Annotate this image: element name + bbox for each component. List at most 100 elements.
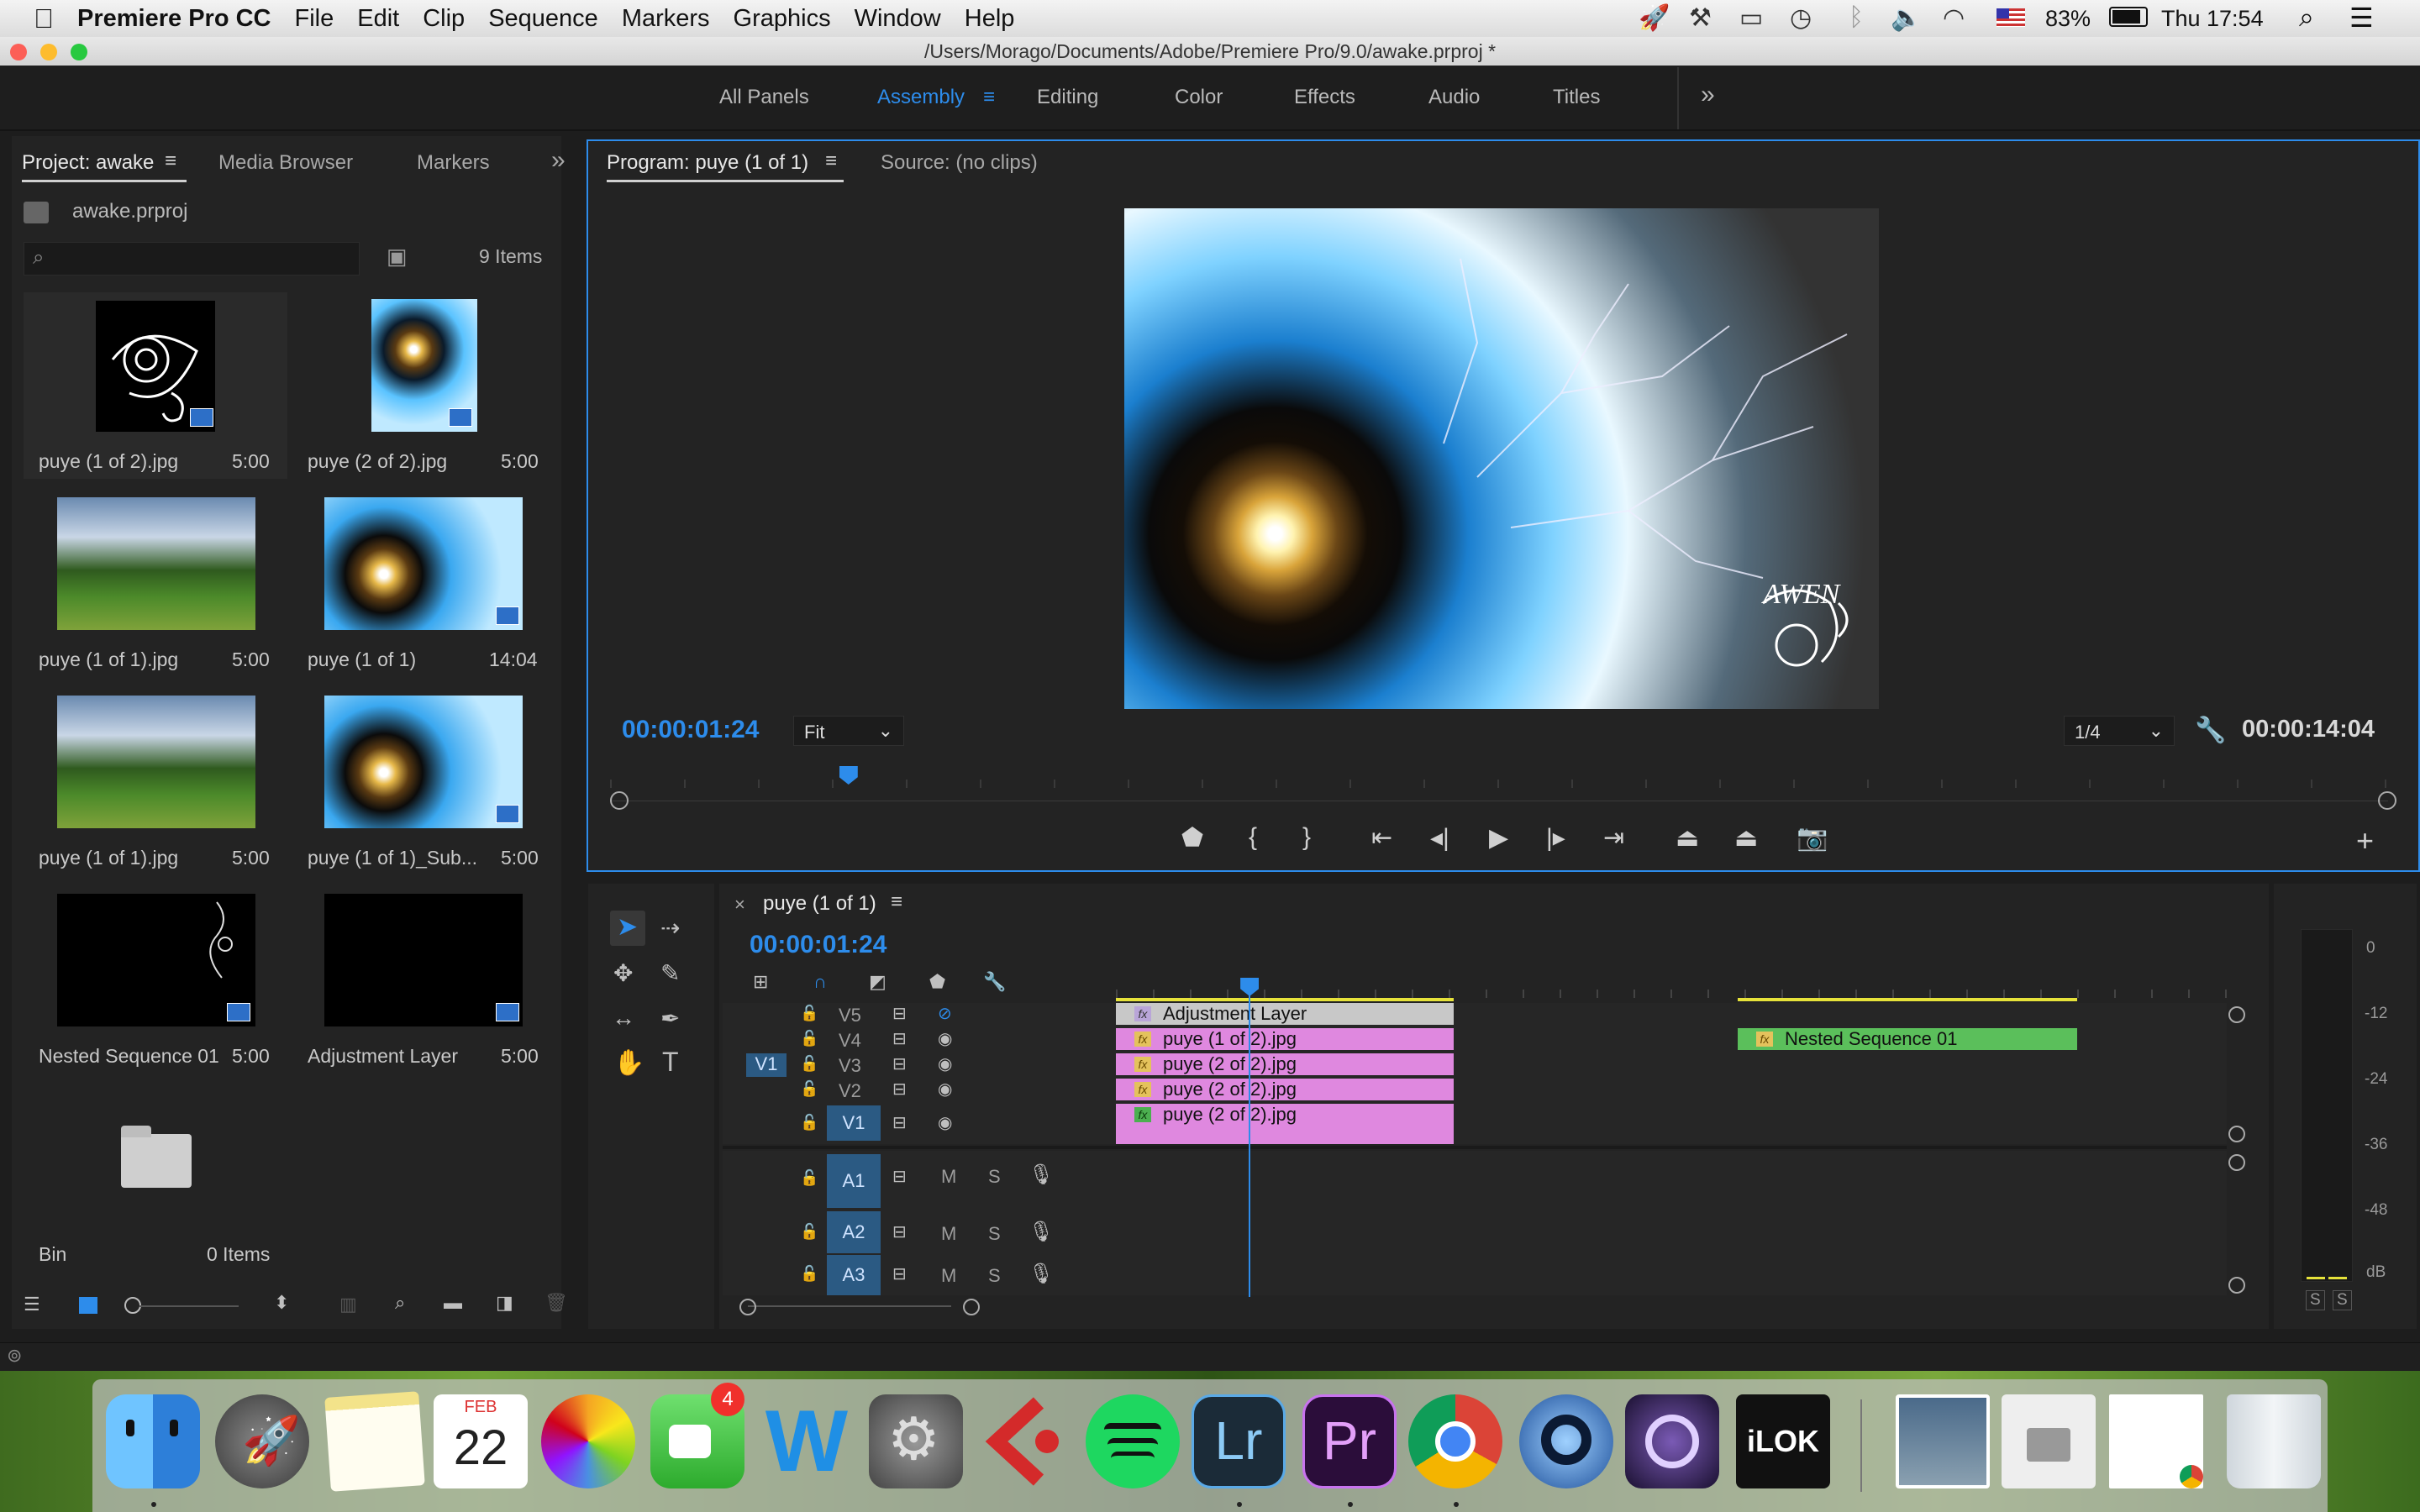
track-label-a3[interactable]: A3 [827,1255,881,1295]
ripple-edit-tool-icon[interactable]: ✥ [613,959,633,987]
snap-magnet-icon[interactable]: ∩ [813,971,827,993]
quicktime-app-icon[interactable] [1519,1394,1613,1488]
slip-tool-icon[interactable]: ↔ [612,1005,635,1032]
fit-dropdown[interactable]: Fit ⌄ [793,716,904,746]
drive-document-icon[interactable] [2002,1394,2096,1488]
lock-icon[interactable]: 🔓 [800,1265,818,1283]
zoom-slider-handle[interactable] [124,1297,141,1314]
add-marker-icon[interactable]: ⬟ [1181,823,1203,853]
rocket-icon[interactable]: 🚀 [1639,3,1670,33]
word-app-icon[interactable]: W [760,1394,854,1488]
selection-tool-icon[interactable]: ➤ [617,912,638,942]
eye-hidden-icon[interactable]: ⊘ [938,1003,952,1024]
mute-button[interactable]: M [941,1223,956,1245]
clip-adjustment-layer[interactable]: fx Adjustment Layer [1116,1003,1454,1025]
facetime-app-icon[interactable]: 4 [650,1383,744,1488]
clip-puye-v1[interactable]: fx puye (2 of 2).jpg [1116,1104,1454,1144]
solo-button[interactable]: S [988,1223,1001,1245]
sync-lock-icon[interactable]: ⊟ [892,1053,907,1074]
program-menu-icon[interactable]: ≡ [825,150,837,173]
photo-stack-icon[interactable] [1896,1394,1990,1488]
a-scroll-handle-bottom[interactable] [2228,1277,2245,1294]
eye-icon[interactable]: ◉ [938,1053,952,1074]
clip-puye-v2[interactable]: fx puye (2 of 2).jpg [1116,1079,1454,1100]
battery-percent[interactable]: 83% [2045,6,2091,32]
lock-icon[interactable]: 🔓 [800,1030,818,1047]
bluetooth-icon[interactable]: ᛒ [1849,3,1864,32]
list-view-icon[interactable]: ☰ [24,1294,40,1315]
program-timecode[interactable]: 00:00:01:24 [622,716,759,744]
mark-out-icon[interactable]: } [1302,823,1311,852]
trash-icon[interactable] [2227,1394,2321,1488]
track-label-a1[interactable]: A1 [827,1154,881,1208]
finder-app-icon[interactable] [106,1394,200,1488]
notes-app-icon[interactable] [324,1391,425,1492]
type-tool-icon[interactable]: T [662,1047,679,1078]
timeline-settings-wrench-icon[interactable]: 🔧 [983,971,1006,993]
timeline-timecode[interactable]: 00:00:01:24 [750,931,886,959]
track-label-a2[interactable]: A2 [827,1211,881,1253]
workspace-editing[interactable]: Editing [1037,86,1098,109]
spotlight-icon[interactable]: ⌕ [2299,2,2314,34]
sync-lock-icon[interactable]: ⊟ [892,1221,907,1242]
workspace-overflow-icon[interactable]: » [1701,81,1715,109]
timeline-ruler[interactable] [1116,974,2230,1000]
system-preferences-app-icon[interactable]: ⚙ [869,1394,963,1488]
minimize-window-button[interactable] [40,44,57,60]
chrome-app-icon[interactable] [1408,1394,1502,1488]
flag-icon[interactable] [1996,8,2025,27]
v-scroll-handle-top[interactable] [2228,1006,2245,1023]
time-ruler[interactable] [610,780,2388,801]
h-scroll-start-handle[interactable] [739,1299,756,1315]
lock-icon[interactable]: 🔓 [800,1080,818,1098]
microphone-icon[interactable]: 🎙 [1028,1220,1054,1244]
h-scroll-end-handle[interactable] [963,1299,980,1315]
ilok-app-icon[interactable]: iLOK [1736,1394,1830,1488]
tab-media-browser[interactable]: Media Browser [218,151,353,175]
project-menu-icon[interactable]: ≡ [165,150,176,173]
new-bin-icon[interactable]: ▬ [444,1292,462,1314]
hand-tool-icon[interactable]: ✋ [613,1048,644,1078]
solo-button[interactable]: S [988,1166,1001,1188]
tools-icon[interactable]: ⚒ [1689,3,1712,33]
mute-button[interactable]: M [941,1166,956,1188]
nest-toggle-icon[interactable]: ⊞ [753,971,768,993]
sync-lock-icon[interactable]: ⊟ [892,1003,907,1024]
settings-wrench-icon[interactable]: 🔧 [2195,716,2226,745]
lock-icon[interactable]: 🔓 [800,1169,818,1187]
mute-button[interactable]: M [941,1265,956,1287]
lock-icon[interactable]: 🔓 [800,1005,818,1022]
lightroom-app-icon[interactable]: Lr [1192,1394,1286,1488]
menu-edit[interactable]: Edit [357,5,399,33]
meter-solo-right[interactable]: S [2333,1290,2352,1310]
menu-window[interactable]: Window [855,5,941,33]
tab-project[interactable]: Project: awake [22,151,154,175]
go-to-in-icon[interactable]: ⇤ [1371,823,1392,853]
workspace-titles[interactable]: Titles [1553,86,1600,109]
wifi-icon[interactable]: ◠ [1943,3,1965,33]
razor-tool-icon[interactable]: ✎ [660,959,680,987]
extract-icon[interactable]: ⏏ [1734,823,1758,853]
workspace-effects[interactable]: Effects [1294,86,1355,109]
apple-icon[interactable]:  [34,3,54,34]
work-area-bar[interactable] [1738,998,2077,1001]
menu-help[interactable]: Help [965,5,1015,33]
workspace-assembly[interactable]: Assembly [877,86,965,109]
pro-tools-app-icon[interactable] [1625,1394,1719,1488]
tab-sequence[interactable]: puye (1 of 1) [763,892,876,916]
linked-selection-icon[interactable]: ◩ [869,971,886,993]
track-label-v1[interactable]: V1 [827,1105,881,1141]
panel-overflow-icon[interactable]: » [551,146,566,175]
clear-icon[interactable]: 🗑 [544,1292,568,1314]
menu-markers[interactable]: Markers [622,5,710,33]
eye-icon[interactable]: ◉ [938,1112,952,1133]
workspace-color[interactable]: Color [1175,86,1223,109]
launchpad-app-icon[interactable]: 🚀 [215,1394,309,1488]
zoom-scroll-end-handle[interactable] [2378,791,2396,810]
solo-button[interactable]: S [988,1265,1001,1287]
add-marker-icon[interactable]: ⬟ [929,971,945,993]
sync-lock-icon[interactable]: ⊟ [892,1263,907,1284]
app-menu[interactable]: Premiere Pro CC [77,5,271,33]
menu-clip[interactable]: Clip [423,5,465,33]
microphone-icon[interactable]: 🎙 [1028,1163,1054,1187]
